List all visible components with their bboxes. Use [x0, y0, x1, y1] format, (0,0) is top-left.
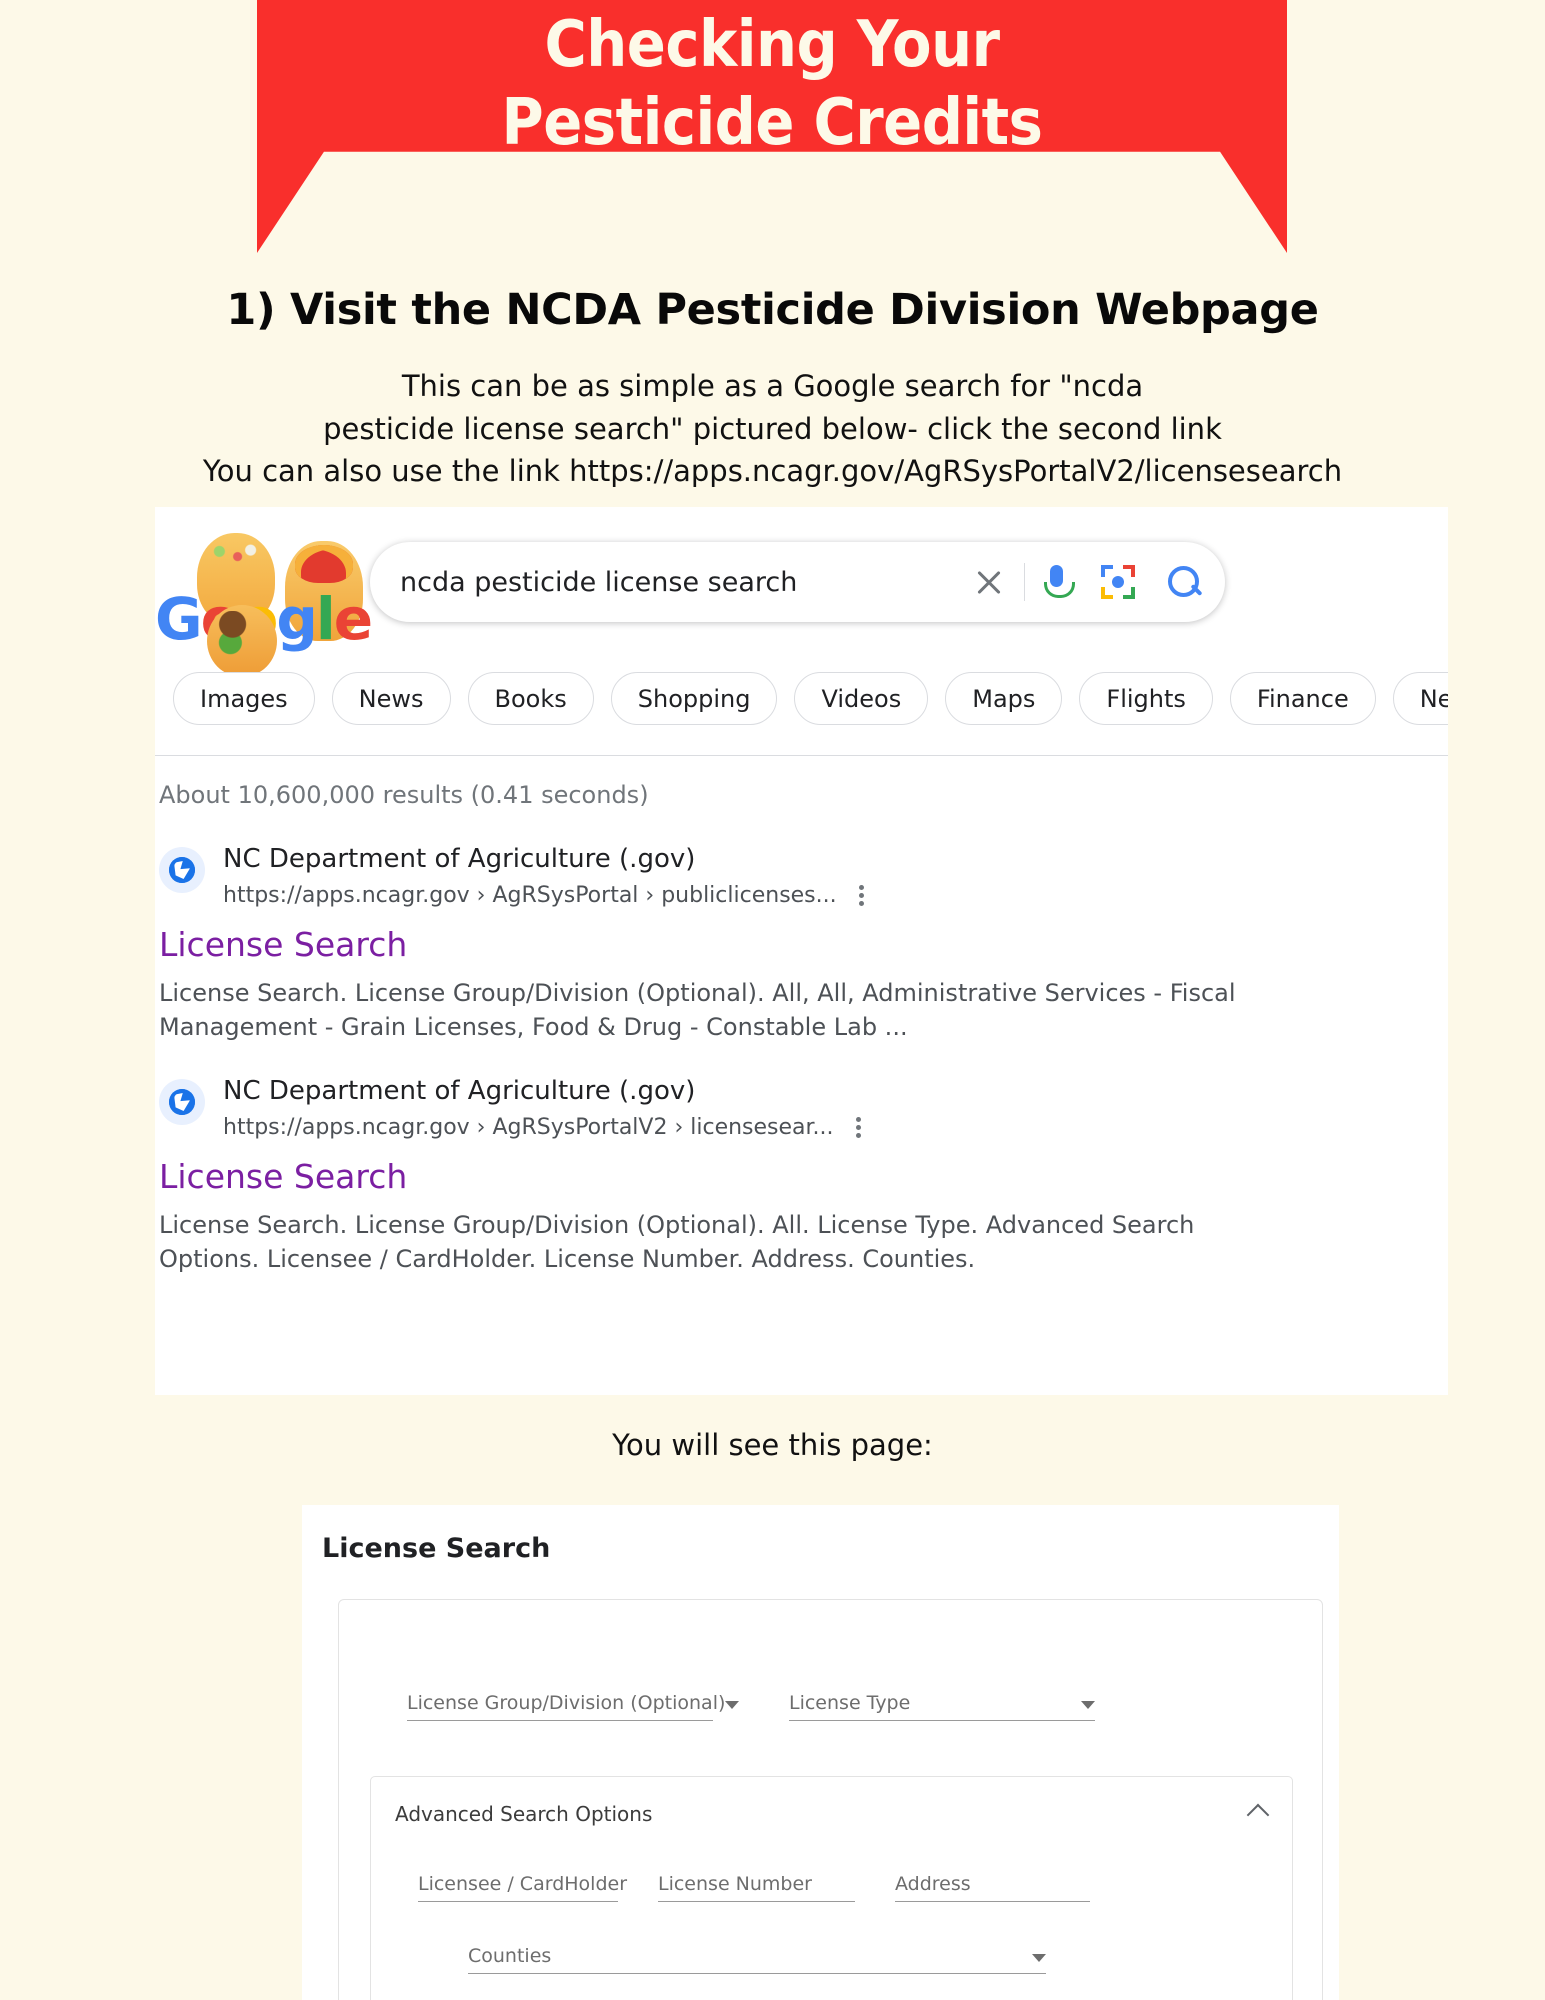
google-logo-letter-l: l [315, 585, 336, 653]
result-url-row: https://apps.ncagr.gov › AgRSysPortal › … [223, 882, 865, 909]
globe-icon [159, 847, 205, 893]
banner-title-line1: Checking Your [544, 8, 1000, 82]
license-number-label: License Number [658, 1873, 812, 1895]
more-options-icon[interactable] [855, 1114, 862, 1141]
result-title-link[interactable]: License Search [159, 1157, 1359, 1196]
licensee-cardholder-input[interactable]: Licensee / CardHolder [418, 1873, 627, 1902]
counties-label: Counties [468, 1945, 552, 1967]
chip-nearby[interactable]: Near c [1392, 672, 1448, 725]
chevron-down-icon[interactable] [725, 1701, 740, 1709]
search-result-1: NC Department of Agriculture (.gov) http… [159, 843, 1359, 1045]
licensee-cardholder-label: Licensee / CardHolder [418, 1873, 627, 1895]
search-result-2: NC Department of Agriculture (.gov) http… [159, 1075, 1359, 1277]
result-stats: About 10,600,000 results (0.41 seconds) [159, 781, 649, 809]
google-header: Google ncda pesticide license search Ima… [155, 507, 1448, 756]
license-type-select[interactable]: License Type [789, 1692, 1095, 1721]
counties-select[interactable]: Counties [468, 1945, 1046, 1974]
doodle-food-icon-3 [207, 605, 277, 677]
intro-line-2: pesticide license search" pictured below… [323, 411, 1222, 446]
advanced-search-options-section: Advanced Search Options Licensee / CardH… [370, 1776, 1293, 2000]
header-divider [155, 755, 1448, 756]
chevron-down-icon[interactable] [1081, 1701, 1095, 1709]
intro-line-1: This can be as simple as a Google search… [401, 369, 1144, 403]
result-snippet: License Search. License Group/Division (… [159, 978, 1236, 1042]
step-heading: 1) Visit the NCDA Pesticide Division Web… [226, 285, 1319, 335]
google-lens-icon[interactable] [1101, 565, 1135, 599]
chip-books[interactable]: Books [467, 672, 594, 725]
chip-videos[interactable]: Videos [794, 672, 929, 725]
see-page-caption: You will see this page: [612, 1428, 933, 1462]
banner-title: Checking Your Pesticide Credits [257, 6, 1287, 162]
license-type-label: License Type [789, 1692, 911, 1714]
google-logo-letter-g2: g [276, 585, 318, 653]
result-header: NC Department of Agriculture (.gov) http… [159, 1075, 1359, 1141]
globe-icon [159, 1079, 205, 1125]
banner-title-line2: Pesticide Credits [501, 86, 1043, 161]
chip-flights[interactable]: Flights [1079, 672, 1213, 725]
chip-news[interactable]: News [331, 672, 451, 725]
search-bar-divider [1024, 563, 1025, 601]
result-header: NC Department of Agriculture (.gov) http… [159, 843, 1359, 909]
result-title-link[interactable]: License Search [159, 925, 1359, 964]
google-search-screenshot: Google ncda pesticide license search Ima… [155, 507, 1448, 1395]
advanced-search-options-title: Advanced Search Options [395, 1802, 653, 1826]
license-number-input[interactable]: License Number [658, 1873, 855, 1902]
license-search-screenshot: License Search License Group/Division (O… [302, 1505, 1339, 2000]
google-logo-letter-g: G [155, 585, 203, 653]
search-input[interactable]: ncda pesticide license search [400, 567, 966, 598]
address-input[interactable]: Address [895, 1873, 1090, 1902]
google-doodle-logo[interactable]: Google [155, 533, 405, 677]
result-snippet: License Search. License Group/Division (… [159, 1210, 1195, 1274]
search-filter-chips: Images News Books Shopping Videos Maps F… [155, 672, 1448, 725]
result-url: https://apps.ncagr.gov › AgRSysPortalV2 … [223, 1114, 834, 1140]
result-site-name: NC Department of Agriculture (.gov) [223, 844, 696, 874]
chip-shopping[interactable]: Shopping [610, 672, 778, 725]
intro-line-3: You can also use the link https://apps.n… [202, 454, 1343, 489]
search-icon[interactable] [1165, 563, 1203, 601]
page-title: License Search [322, 1533, 551, 1564]
google-logo-letter-e: e [333, 585, 373, 653]
result-url-row: https://apps.ncagr.gov › AgRSysPortalV2 … [223, 1114, 862, 1141]
chip-maps[interactable]: Maps [945, 672, 1063, 725]
address-label: Address [895, 1873, 971, 1895]
intro-paragraph: This can be as simple as a Google search… [0, 365, 1545, 493]
microphone-icon[interactable] [1039, 560, 1075, 604]
chevron-down-icon[interactable] [1032, 1954, 1046, 1962]
result-site-name: NC Department of Agriculture (.gov) [223, 1076, 696, 1106]
more-options-icon[interactable] [858, 882, 865, 909]
result-url: https://apps.ncagr.gov › AgRSysPortal › … [223, 882, 837, 908]
search-form-card: License Group/Division (Optional) Licens… [338, 1599, 1323, 2000]
chevron-up-icon[interactable] [1246, 1803, 1270, 1827]
chip-finance[interactable]: Finance [1229, 672, 1376, 725]
license-group-division-select[interactable]: License Group/Division (Optional) [407, 1692, 740, 1721]
chip-images[interactable]: Images [173, 672, 315, 725]
license-group-division-label: License Group/Division (Optional) [407, 1692, 726, 1714]
google-search-bar[interactable]: ncda pesticide license search [370, 542, 1225, 622]
close-icon[interactable] [966, 559, 1012, 605]
header-banner: Checking Your Pesticide Credits [0, 0, 1545, 262]
